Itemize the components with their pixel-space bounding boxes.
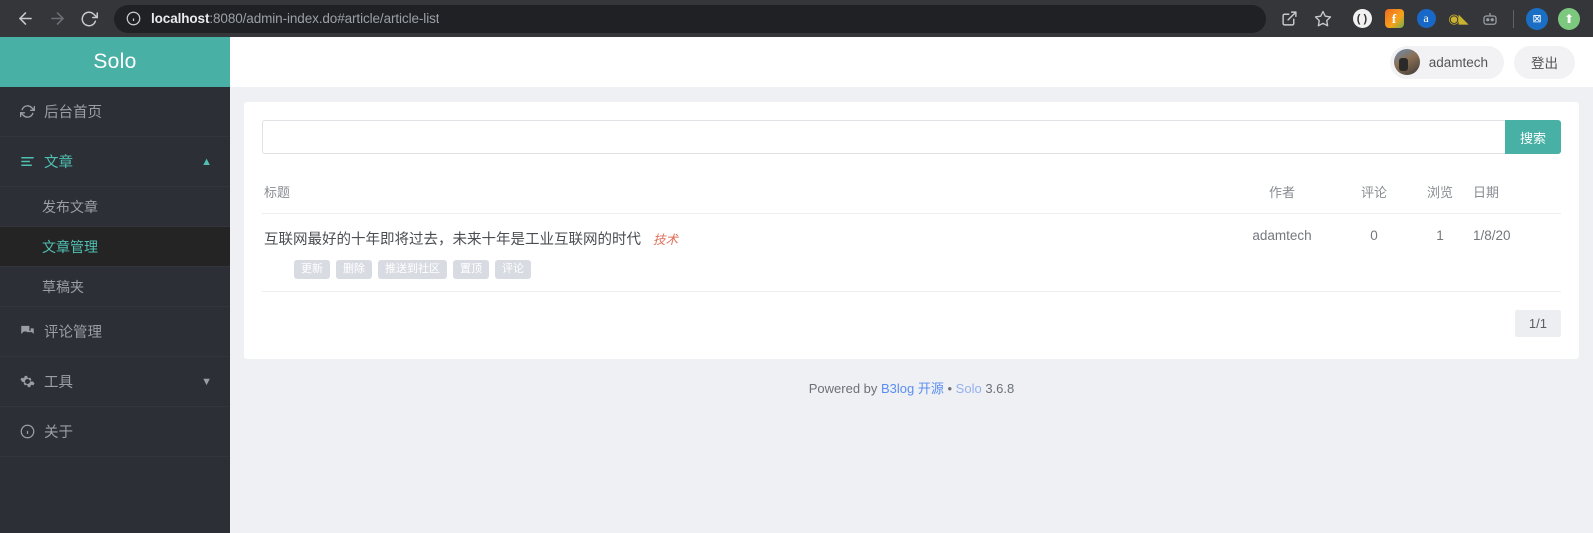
action-pin-top-button[interactable]: 置顶	[453, 260, 489, 280]
address-bar[interactable]: localhost:8080/admin-index.do#article/ar…	[114, 4, 1266, 33]
column-header-comment: 评论	[1341, 172, 1407, 214]
search-input[interactable]	[262, 120, 1505, 154]
footer-version: 3.6.8	[981, 381, 1015, 397]
list-icon	[20, 154, 42, 169]
reload-button[interactable]	[74, 4, 104, 34]
share-icon[interactable]	[1274, 4, 1304, 34]
top-bar: adamtech 登出	[230, 37, 1593, 87]
page-indicator[interactable]: 1/1	[1514, 310, 1561, 338]
action-comment-button[interactable]: 评论	[495, 260, 531, 280]
table-header-row: 标题 作者 评论 浏览 日期	[262, 172, 1561, 214]
url-path: :8080/admin-index.do#article/article-lis…	[209, 11, 440, 26]
column-header-view: 浏览	[1407, 172, 1473, 214]
sidebar-item-label: 评论管理	[44, 325, 102, 341]
article-tag[interactable]: 技术	[653, 233, 678, 247]
table-body: 互联网最好的十年即将过去，未来十年是工业互联网的时代 技术 更新 删除 推送到社区…	[262, 213, 1561, 293]
user-menu[interactable]: adamtech	[1389, 45, 1504, 79]
extension-green-upload-icon[interactable]: ⬆	[1555, 5, 1583, 33]
avatar	[1393, 49, 1420, 75]
cell-author: adamtech	[1223, 213, 1341, 293]
sidebar-item-label: 工具	[44, 375, 73, 391]
content-wrapper: 搜索 标题 作者 评论 浏览 日期 互联网最好的十年即将过去，未来十年是工业互联…	[230, 87, 1593, 533]
info-circle-icon[interactable]	[126, 11, 141, 26]
action-push-community-button[interactable]: 推送到社区	[378, 260, 447, 280]
sidebar-subitem-label: 发布文章	[42, 198, 98, 215]
sidebar-subitem-drafts[interactable]: 草稿夹	[0, 267, 230, 307]
extension-goggles-icon[interactable]: ◉◣	[1444, 5, 1472, 33]
extension-icons: ( ) f a ◉◣ ⊠ ⬆	[1340, 5, 1583, 33]
url-text: localhost:8080/admin-index.do#article/ar…	[151, 11, 439, 26]
footer-link-opensource[interactable]: 开源	[914, 381, 944, 396]
url-host: localhost	[151, 11, 210, 26]
extension-circle-icon[interactable]: ( )	[1348, 5, 1376, 33]
cell-view-count: 1	[1407, 213, 1473, 293]
sidebar-item-comments[interactable]: 评论管理	[0, 307, 230, 357]
extension-alexa-icon[interactable]: a	[1412, 5, 1440, 33]
app-container: Solo 后台首页 文章 ▲ 发布文章 文章管理 草稿夹 评论管理 工具 ▼ 关…	[0, 37, 1593, 533]
sidebar-item-label: 后台首页	[44, 105, 102, 121]
article-panel: 搜索 标题 作者 评论 浏览 日期 互联网最好的十年即将过去，未来十年是工业互联…	[244, 102, 1579, 360]
back-button[interactable]	[10, 4, 40, 34]
extension-robot-icon[interactable]	[1476, 5, 1504, 33]
footer-prefix: Powered by	[808, 381, 882, 397]
main-area: adamtech 登出 搜索 标题 作者 评论 浏览 日期 互联网最好的十年即将…	[230, 37, 1593, 533]
table-row: 互联网最好的十年即将过去，未来十年是工业互联网的时代 技术 更新 删除 推送到社区…	[262, 213, 1561, 293]
refresh-icon	[20, 104, 42, 119]
chevron-up-icon[interactable]: ▲	[201, 156, 212, 168]
sidebar-subitem-manage[interactable]: 文章管理	[0, 227, 230, 267]
forward-button[interactable]	[42, 4, 72, 34]
sidebar-subitem-label: 草稿夹	[42, 278, 84, 295]
sidebar-item-about[interactable]: 关于	[0, 407, 230, 457]
cell-date: 1/8/20	[1473, 213, 1561, 293]
browser-toolbar: localhost:8080/admin-index.do#article/ar…	[0, 0, 1593, 37]
extension-flash-icon[interactable]: f	[1380, 5, 1408, 33]
pagination: 1/1	[262, 292, 1561, 359]
footer-separator: •	[943, 381, 956, 397]
user-name: adamtech	[1428, 54, 1488, 70]
footer-link-solo[interactable]: Solo	[956, 381, 982, 396]
sidebar-item-label: 关于	[44, 425, 73, 441]
column-header-author: 作者	[1223, 172, 1341, 214]
cell-title: 互联网最好的十年即将过去，未来十年是工业互联网的时代 技术 更新 删除 推送到社区…	[262, 213, 1223, 293]
brand-logo[interactable]: Solo	[0, 37, 230, 87]
sidebar-item-article[interactable]: 文章 ▲	[0, 137, 230, 187]
cell-comment-count: 0	[1341, 213, 1407, 293]
sidebar-item-dashboard[interactable]: 后台首页	[0, 87, 230, 137]
footer: Powered by B3log 开源 • Solo 3.6.8	[244, 359, 1579, 397]
sidebar-item-label: 文章	[44, 155, 73, 171]
column-header-date: 日期	[1473, 172, 1561, 214]
toolbar-divider	[1513, 9, 1514, 28]
sidebar: Solo 后台首页 文章 ▲ 发布文章 文章管理 草稿夹 评论管理 工具 ▼ 关…	[0, 37, 230, 533]
info-icon	[20, 424, 42, 439]
action-update-button[interactable]: 更新	[294, 260, 330, 280]
article-table: 标题 作者 评论 浏览 日期 互联网最好的十年即将过去，未来十年是工业互联网的时…	[262, 172, 1561, 293]
comments-icon	[20, 324, 42, 339]
action-delete-button[interactable]: 删除	[336, 260, 372, 280]
sidebar-subitem-publish[interactable]: 发布文章	[0, 187, 230, 227]
article-title[interactable]: 互联网最好的十年即将过去，未来十年是工业互联网的时代	[264, 232, 641, 248]
table-head: 标题 作者 评论 浏览 日期	[262, 172, 1561, 214]
article-actions: 更新 删除 推送到社区 置顶 评论	[264, 260, 1223, 280]
sidebar-item-tools[interactable]: 工具 ▼	[0, 357, 230, 407]
chevron-down-icon[interactable]: ▼	[201, 376, 212, 388]
extension-blue-square-icon[interactable]: ⊠	[1523, 5, 1551, 33]
search-row: 搜索	[262, 120, 1561, 154]
search-button[interactable]: 搜索	[1505, 120, 1561, 154]
footer-link-b3log[interactable]: B3log	[881, 381, 914, 396]
sidebar-subitem-label: 文章管理	[42, 238, 98, 255]
gear-icon	[20, 374, 42, 389]
bookmark-star-icon[interactable]	[1308, 4, 1338, 34]
logout-button[interactable]: 登出	[1514, 45, 1575, 79]
column-header-title: 标题	[262, 172, 1223, 214]
